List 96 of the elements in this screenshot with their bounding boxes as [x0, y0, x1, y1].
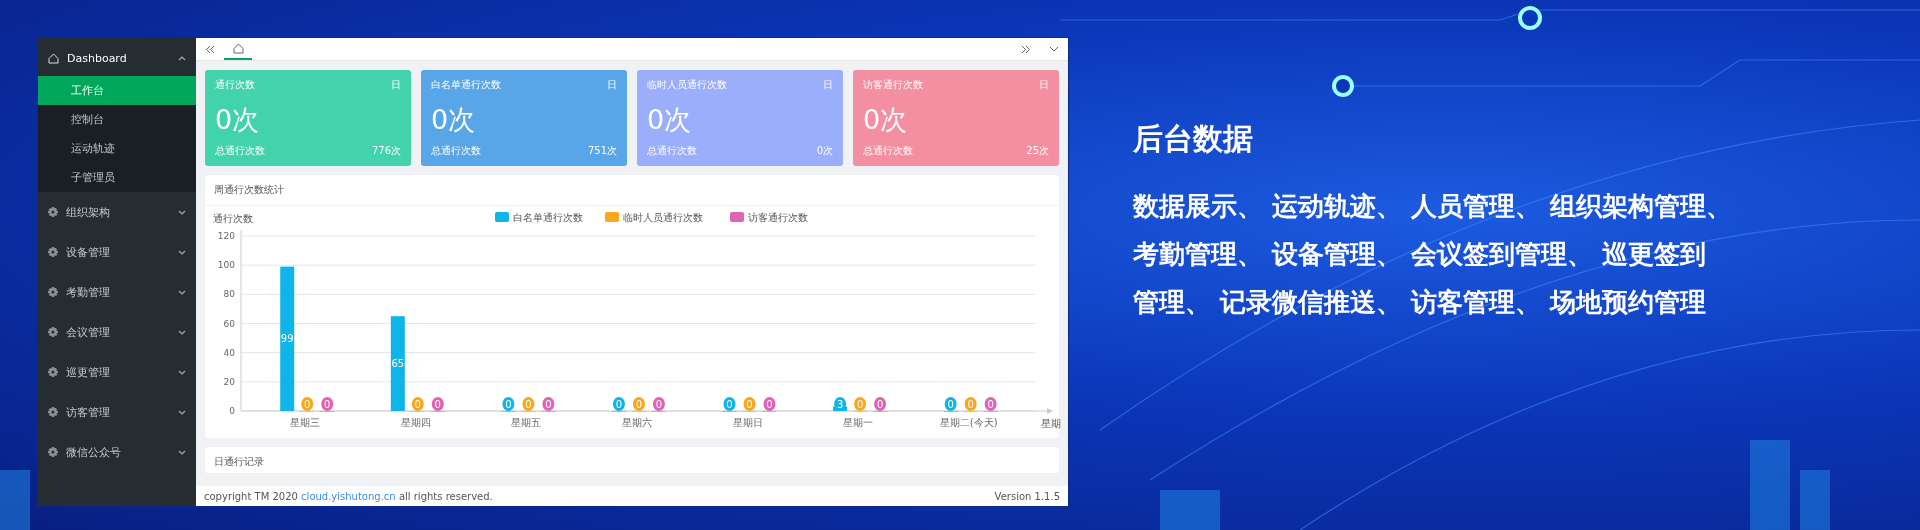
card-value: 0次	[647, 104, 692, 135]
card-value: 0次	[863, 104, 908, 135]
tick-label: 40	[223, 347, 235, 358]
tick-label: 星期六	[621, 417, 652, 428]
data-label: 0	[743, 397, 756, 411]
chevron-icon	[178, 209, 186, 215]
data-label: 0	[431, 397, 444, 411]
gear-icon	[48, 327, 58, 337]
data-label: 0	[854, 397, 867, 411]
card-value: 0次	[431, 104, 476, 135]
panel-title: 周通行次数统计	[205, 175, 1059, 206]
card-title: 访客通行次数	[863, 78, 923, 92]
card-title: 白名单通行次数	[431, 78, 501, 92]
legend-label[interactable]: 白名单通行次数	[513, 212, 583, 223]
total-label: 总通行次数	[863, 144, 913, 158]
data-label: 0	[522, 397, 535, 411]
data-label: 0	[321, 397, 334, 411]
total-value: 25次	[1026, 144, 1049, 158]
data-label: 0	[723, 397, 736, 411]
data-label: 0	[612, 397, 625, 411]
double-chevron-right-icon	[1021, 44, 1031, 54]
data-label: 0	[964, 397, 977, 411]
double-chevron-left-icon	[205, 44, 215, 54]
promo-text: 考勤管理、 设备管理、 会议签到管理、 巡更签到	[1133, 238, 1708, 271]
data-label: 99	[280, 332, 294, 344]
sidebar-item[interactable]: 访客管理	[38, 392, 196, 432]
data-label: 0	[944, 397, 957, 411]
data-label: 0	[874, 397, 887, 411]
data-label: 65	[391, 357, 405, 369]
sidebar-item[interactable]: 考勤管理	[38, 272, 196, 312]
data-label: 0	[411, 397, 424, 411]
chevron-icon	[178, 249, 186, 255]
data-label: 0	[763, 397, 776, 411]
card-value: 0次	[215, 104, 260, 135]
legend-label[interactable]: 访客通行次数	[748, 212, 808, 223]
card-title: 通行次数	[215, 78, 255, 92]
sidebar-subitem[interactable]: 子管理员	[38, 163, 196, 192]
chevron-down-icon	[1049, 46, 1059, 52]
gear-icon	[48, 287, 58, 297]
copyright-text: copyright TM 2020 cloud.yishutong.cn all rights reserved.	[204, 490, 493, 502]
data-label: 0	[652, 397, 665, 411]
total-label: 总通行次数	[431, 144, 481, 158]
gear-icon	[48, 367, 58, 377]
gear-icon	[48, 407, 58, 417]
data-label: 0	[301, 397, 314, 411]
axis-title: 通行次数	[213, 213, 253, 224]
tick-label: 20	[223, 376, 235, 387]
total-value: 0次	[816, 144, 833, 158]
gear-icon	[48, 207, 58, 217]
tick-label: 60	[223, 318, 235, 329]
data-label: 0	[632, 397, 645, 411]
chevron-icon	[178, 55, 186, 61]
axis-title: 星期	[1041, 418, 1061, 429]
sidebar-subitem[interactable]: 运动轨迹	[38, 134, 196, 163]
chevron-icon	[178, 409, 186, 415]
home-icon	[48, 52, 59, 64]
sidebar-subitem[interactable]: 控制台	[38, 105, 196, 134]
tick-label: 星期二(今天)	[939, 417, 998, 428]
tick-label: 星期日	[732, 417, 763, 428]
chevron-icon	[178, 449, 186, 455]
sidebar-item[interactable]: 巡更管理	[38, 352, 196, 392]
panel-title: 日通行记录	[205, 447, 1059, 478]
data-label: 3	[834, 397, 847, 411]
promo-text: 管理、 记录微信推送、 访客管理、 场地预约管理	[1133, 286, 1708, 319]
home-icon	[232, 42, 244, 54]
total-value: 751次	[587, 144, 617, 158]
legend-label[interactable]: 临时人员通行次数	[623, 212, 703, 223]
total-label: 总通行次数	[647, 144, 697, 158]
chevron-icon	[178, 329, 186, 335]
card-title: 临时人员通行次数	[647, 78, 727, 92]
promo-text: 数据展示、 运动轨迹、 人员管理、 组织架构管理、	[1133, 190, 1733, 223]
data-label: 0	[542, 397, 555, 411]
tick-label: 120	[217, 231, 235, 241]
sidebar-item[interactable]: 组织架构	[38, 192, 196, 232]
tick-label: 80	[223, 289, 235, 300]
version-text: Version 1.1.5	[994, 490, 1060, 502]
chevron-icon	[178, 369, 186, 375]
sidebar-item[interactable]: Dashboard	[38, 40, 196, 76]
sidebar-item[interactable]: 微信公众号	[38, 432, 196, 472]
tick-label: 星期四	[400, 417, 431, 428]
total-label: 总通行次数	[215, 144, 265, 158]
data-label: 0	[984, 397, 997, 411]
tick-label: 星期五	[511, 417, 542, 428]
tick-label: 0	[229, 406, 235, 416]
total-value: 776次	[371, 144, 401, 158]
site-link[interactable]: cloud.yishutong.cn	[301, 490, 396, 502]
chevron-icon	[178, 289, 186, 295]
gear-icon	[48, 447, 58, 457]
data-label: 0	[502, 397, 515, 411]
sidebar-item[interactable]: 设备管理	[38, 232, 196, 272]
gear-icon	[48, 247, 58, 257]
promo-title: 后台数据	[1133, 120, 1254, 158]
tick-label: 星期三	[290, 417, 321, 428]
sidebar-item[interactable]: 会议管理	[38, 312, 196, 352]
tick-label: 100	[217, 260, 235, 271]
tick-label: 星期一	[843, 417, 874, 428]
